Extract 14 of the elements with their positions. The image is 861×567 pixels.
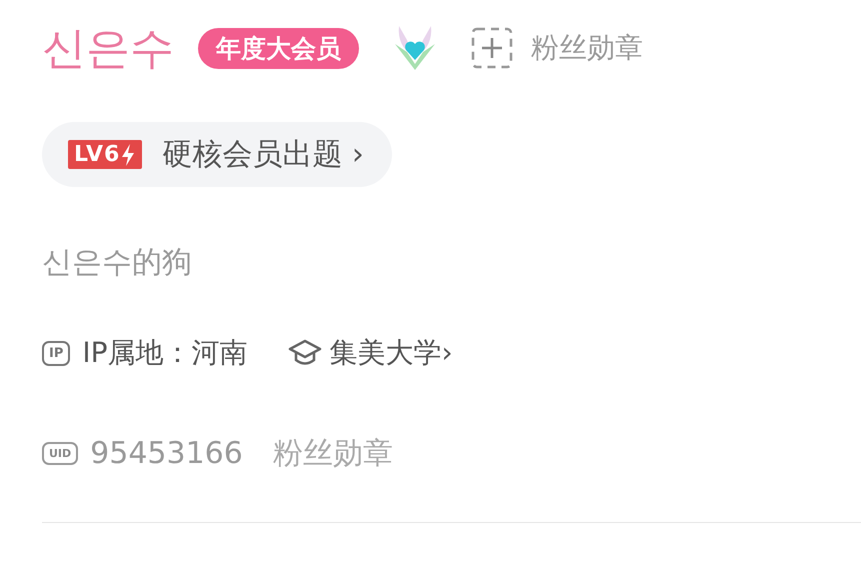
vip-badge[interactable]: 年度大会员: [198, 28, 359, 68]
graduation-cap-icon: [288, 338, 322, 368]
signature-text: 신은수的狗: [42, 244, 193, 282]
add-medal-button[interactable]: 粉丝勋章: [471, 27, 643, 69]
ip-location: IP属地：河南: [82, 335, 248, 371]
uid-icon: UID: [42, 442, 78, 465]
ip-icon: IP: [42, 340, 70, 366]
quiz-link[interactable]: LV6 硬核会员出题 ›: [42, 122, 392, 187]
uid-number: 95453166: [90, 436, 243, 471]
user-name: 신은수: [42, 22, 174, 76]
school-link[interactable]: 集美大学›: [288, 334, 453, 372]
level-badge: LV6: [68, 140, 142, 169]
add-icon: [471, 27, 513, 69]
fan-medal-link[interactable]: 粉丝勋章: [272, 433, 393, 474]
